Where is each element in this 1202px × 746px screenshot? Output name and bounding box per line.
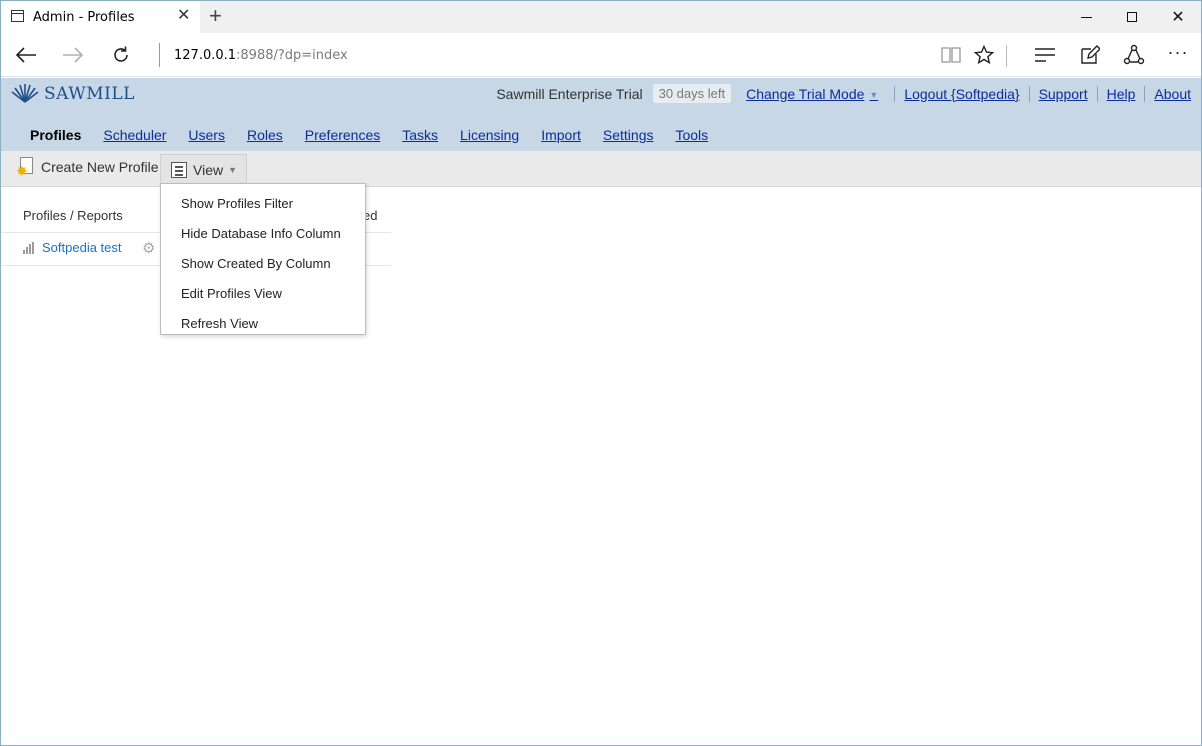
about-link[interactable]: About bbox=[1154, 86, 1191, 102]
favorite-button[interactable] bbox=[972, 43, 996, 67]
minimize-button[interactable] bbox=[1063, 1, 1109, 33]
view-menu-button[interactable]: View ▼ bbox=[160, 154, 247, 184]
help-link[interactable]: Help bbox=[1107, 86, 1136, 102]
link-separator bbox=[1144, 85, 1146, 102]
create-new-profile-label: Create New Profile bbox=[41, 159, 159, 175]
list-view-icon bbox=[171, 161, 187, 178]
view-dropdown-menu: Show Profiles Filter Hide Database Info … bbox=[160, 183, 366, 335]
create-new-profile-button[interactable]: ✸ Create New Profile bbox=[16, 157, 159, 178]
address-host: 127.0.0.1 bbox=[174, 48, 237, 63]
tab-page-icon bbox=[11, 10, 24, 22]
link-separator bbox=[1096, 85, 1098, 102]
chevron-down-icon: ▼ bbox=[869, 89, 879, 100]
refresh-icon bbox=[114, 46, 128, 62]
column-header-profiles: Profiles / Reports bbox=[23, 208, 123, 223]
header-links: Sawmill Enterprise Trial 30 days left Ch… bbox=[496, 84, 1191, 103]
menu-item-refresh-view[interactable]: Refresh View bbox=[161, 308, 365, 338]
maximize-button[interactable] bbox=[1109, 1, 1155, 33]
link-separator bbox=[1028, 85, 1030, 102]
forward-arrow-icon bbox=[63, 47, 84, 63]
nav-scheduler[interactable]: Scheduler bbox=[103, 127, 166, 143]
nav-import[interactable]: Import bbox=[541, 127, 581, 143]
logo-emblem-icon bbox=[11, 84, 39, 103]
hub-icon bbox=[1035, 48, 1055, 62]
nav-tasks[interactable]: Tasks bbox=[402, 127, 438, 143]
minimize-icon bbox=[1080, 16, 1092, 18]
share-button[interactable] bbox=[1122, 43, 1146, 67]
more-dots-icon: ··· bbox=[1167, 41, 1189, 62]
back-button[interactable] bbox=[14, 43, 38, 67]
hub-button[interactable] bbox=[1033, 43, 1057, 67]
menu-item-edit-profiles-view[interactable]: Edit Profiles View bbox=[161, 278, 365, 308]
link-separator bbox=[894, 85, 896, 102]
star-icon bbox=[974, 45, 994, 65]
new-document-icon: ✸ bbox=[16, 157, 35, 178]
more-button[interactable]: ··· bbox=[1166, 41, 1190, 67]
address-field[interactable]: 127.0.0.1:8988/?dp=index bbox=[174, 48, 348, 63]
nav-roles[interactable]: Roles bbox=[247, 127, 283, 143]
close-window-button[interactable]: ✕ bbox=[1155, 1, 1201, 33]
title-bar: Admin - Profiles ✕ + ✕ bbox=[1, 1, 1201, 33]
maximize-icon bbox=[1127, 12, 1137, 22]
forward-button[interactable] bbox=[61, 43, 85, 67]
chevron-down-icon: ▼ bbox=[228, 164, 238, 175]
browser-nav-bar: 127.0.0.1:8988/?dp=index ··· bbox=[1, 33, 1201, 77]
menu-item-hide-database-info-column[interactable]: Hide Database Info Column bbox=[161, 218, 365, 248]
new-tab-icon[interactable]: + bbox=[209, 4, 222, 28]
web-note-icon bbox=[1081, 45, 1100, 64]
view-label: View bbox=[193, 161, 224, 178]
sawmill-logo[interactable]: SAWMILL bbox=[10, 84, 135, 104]
logout-link[interactable]: Logout {Softpedia} bbox=[904, 86, 1019, 102]
support-link[interactable]: Support bbox=[1039, 86, 1088, 102]
reading-view-button[interactable] bbox=[939, 43, 963, 67]
trial-label: Sawmill Enterprise Trial bbox=[496, 85, 643, 102]
main-nav: Profiles Scheduler Users Roles Preferenc… bbox=[30, 127, 730, 143]
nav-profiles[interactable]: Profiles bbox=[30, 127, 81, 143]
profile-link[interactable]: Softpedia test bbox=[42, 240, 122, 255]
days-left-badge: 30 days left bbox=[652, 84, 732, 103]
address-separator bbox=[159, 43, 160, 67]
close-icon: ✕ bbox=[1171, 9, 1185, 26]
table-row: Softpedia test bbox=[23, 240, 122, 255]
change-trial-mode-link[interactable]: Change Trial Mode ▼ bbox=[746, 86, 878, 102]
logo-text: SAWMILL bbox=[44, 84, 135, 104]
back-arrow-icon bbox=[15, 47, 36, 63]
nav-tools[interactable]: Tools bbox=[675, 127, 708, 143]
window-controls: ✕ bbox=[1063, 1, 1201, 33]
profiles-toolbar: ✸ Create New Profile View ▼ bbox=[1, 151, 1201, 187]
toolbar-separator bbox=[1006, 45, 1007, 67]
reading-view-icon bbox=[941, 47, 961, 63]
nav-users[interactable]: Users bbox=[188, 127, 225, 143]
app-header: SAWMILL Sawmill Enterprise Trial 30 days… bbox=[1, 78, 1201, 151]
menu-item-show-profiles-filter[interactable]: Show Profiles Filter bbox=[161, 188, 365, 218]
web-note-button[interactable] bbox=[1078, 43, 1102, 67]
share-icon bbox=[1123, 44, 1145, 65]
browser-tab[interactable]: Admin - Profiles ✕ bbox=[1, 1, 200, 33]
nav-preferences[interactable]: Preferences bbox=[305, 127, 380, 143]
browser-window: Admin - Profiles ✕ + ✕ 127.0.0.1:8988/?d… bbox=[0, 0, 1202, 746]
gear-icon[interactable]: ⚙ bbox=[142, 239, 155, 257]
change-trial-mode-label: Change Trial Mode bbox=[746, 85, 865, 102]
menu-item-show-created-by-column[interactable]: Show Created By Column bbox=[161, 248, 365, 278]
nav-settings[interactable]: Settings bbox=[603, 127, 654, 143]
refresh-button[interactable] bbox=[109, 43, 133, 67]
nav-licensing[interactable]: Licensing bbox=[460, 127, 519, 143]
address-path: :8988/?dp=index bbox=[236, 48, 348, 63]
tab-close-icon[interactable]: ✕ bbox=[177, 7, 190, 25]
report-bars-icon bbox=[23, 241, 35, 254]
tab-title: Admin - Profiles bbox=[33, 10, 135, 25]
